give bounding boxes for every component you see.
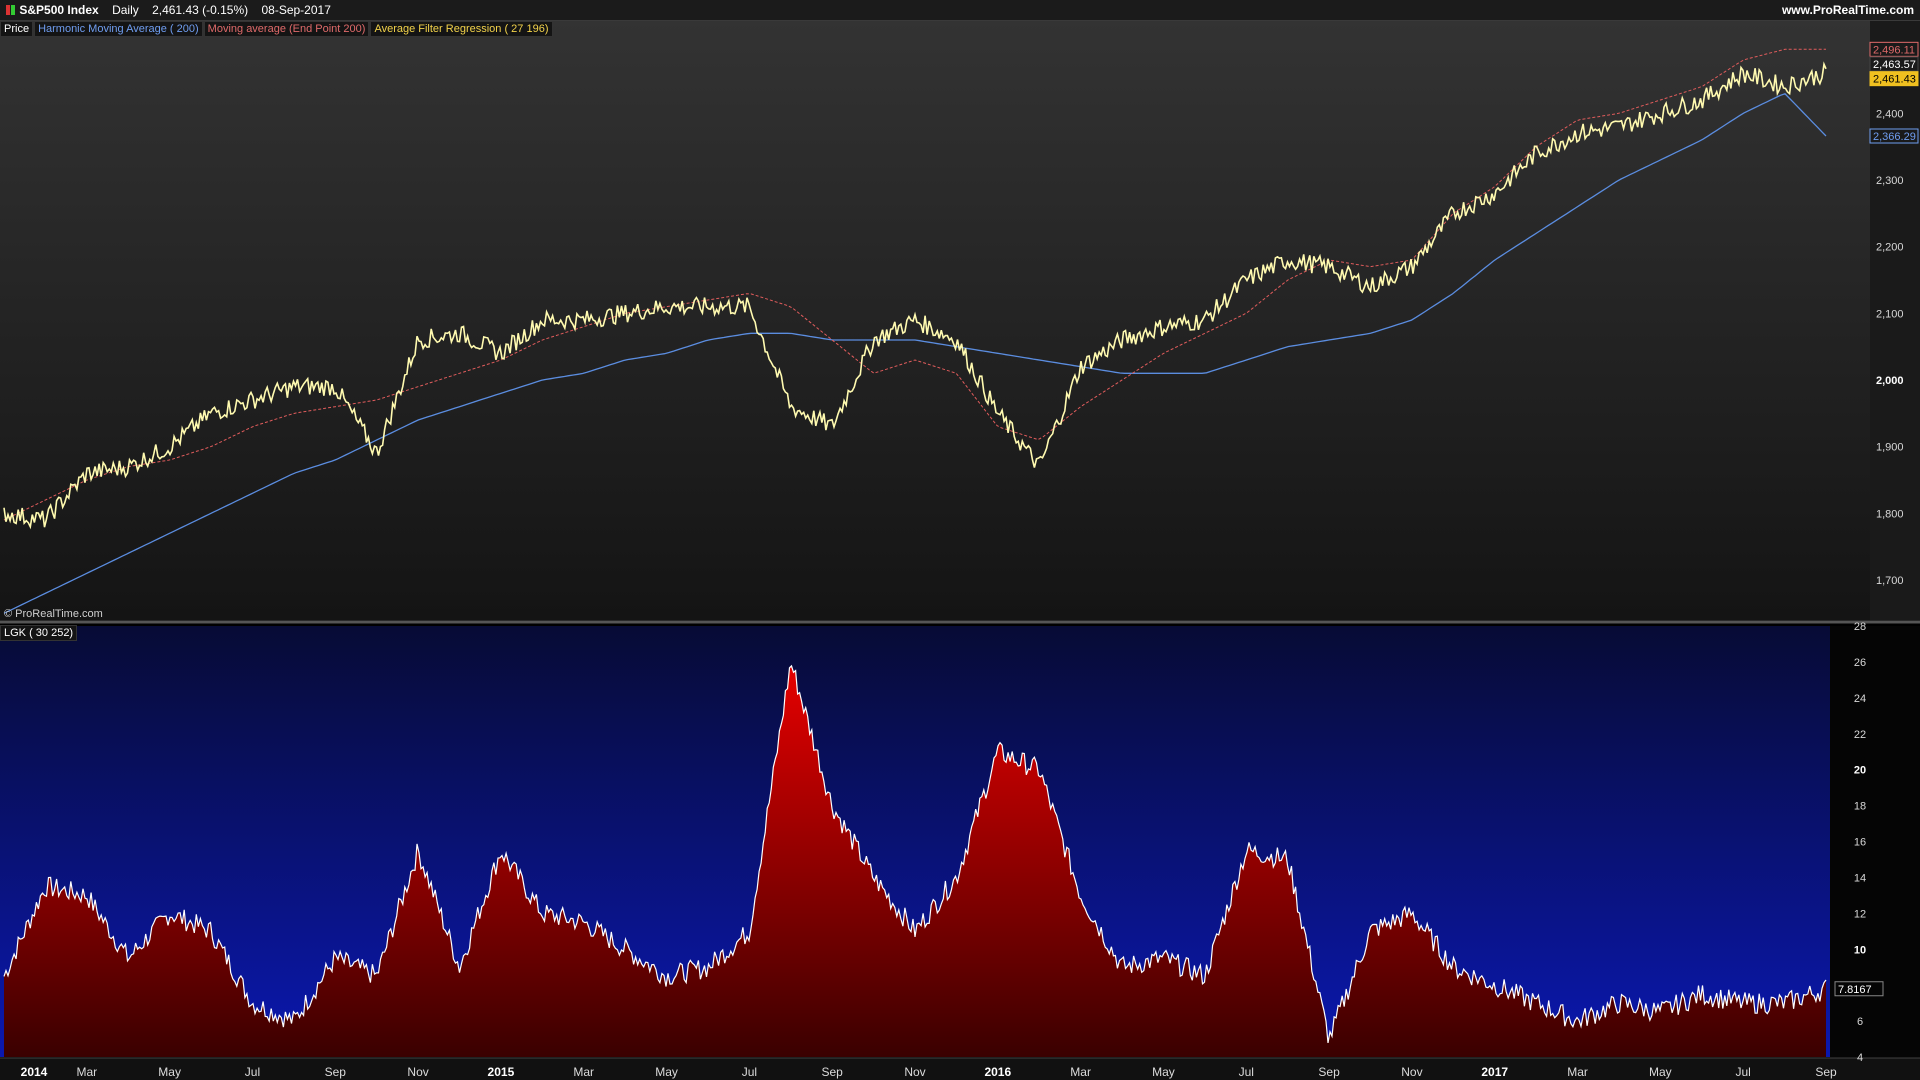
period-label[interactable]: Daily (112, 3, 139, 17)
lgk-y-tick: 6 (1857, 1016, 1863, 1028)
lgk-y-tick: 10 (1854, 944, 1866, 956)
hma-value-badge: 2,366.29 (1873, 131, 1916, 143)
lgk-y-tick: 12 (1854, 908, 1866, 920)
lgk-y-tick: 18 (1854, 801, 1866, 813)
legend-ma[interactable]: Moving average (End Point 200) (203, 21, 370, 37)
lgk-y-tick: 22 (1854, 729, 1866, 741)
x-tick-label: Jul (1736, 1065, 1751, 1079)
price-y-tick: 2,400 (1876, 108, 1904, 120)
lgk-y-tick: 28 (1854, 621, 1866, 633)
x-tick-label: Jul (1239, 1065, 1254, 1079)
x-tick-label: Sep (822, 1065, 844, 1079)
x-tick-label: Sep (1318, 1065, 1340, 1079)
site-link[interactable]: www.ProRealTime.com (1782, 0, 1914, 20)
price-y-tick: 1,800 (1876, 508, 1904, 520)
x-tick-label: Nov (1401, 1065, 1422, 1079)
x-tick-label: May (1649, 1065, 1672, 1079)
lgk-y-tick: 16 (1854, 837, 1866, 849)
price-y-tick: 2,100 (1876, 308, 1904, 320)
price-y-tick: 1,700 (1876, 575, 1904, 587)
lgk-y-tick: 24 (1854, 693, 1866, 705)
instrument-name[interactable]: S&P500 Index (19, 3, 98, 17)
legend-price[interactable]: Price (0, 21, 34, 37)
x-tick-label: 2017 (1481, 1065, 1508, 1079)
x-tick-label: Nov (904, 1065, 925, 1079)
price-value-badge: 2,461.43 (1873, 74, 1916, 86)
last-date: 08-Sep-2017 (261, 3, 331, 17)
flag-red-icon (6, 5, 10, 15)
x-axis-bg (0, 1058, 1920, 1080)
x-tick-label: Mar (573, 1065, 594, 1079)
x-tick-label: Jul (245, 1065, 260, 1079)
price-y-tick: 2,000 (1876, 375, 1904, 387)
lgk-value-badge: 7.8167 (1838, 984, 1872, 996)
chart-window: 1,700 1,800 1,900 2,000 2,100 2,200 2,300 2,400… (0, 0, 1920, 1080)
x-tick-label: Mar (1567, 1065, 1588, 1079)
lgk-y-tick: 14 (1854, 872, 1866, 884)
ma-value-badge: 2,496.11 (1873, 44, 1915, 56)
x-tick-label: May (1152, 1065, 1175, 1079)
x-tick-label: 2014 (21, 1065, 48, 1079)
x-tick-label: May (655, 1065, 678, 1079)
lgk-y-tick: 20 (1854, 765, 1866, 777)
x-tick-label: Nov (407, 1065, 428, 1079)
x-tick-label: Mar (76, 1065, 97, 1079)
price-legend: Price Harmonic Moving Average ( 200) Movin… (0, 21, 554, 37)
x-tick-label: Sep (1815, 1065, 1837, 1079)
x-tick-label: Jul (742, 1065, 757, 1079)
price-y-tick: 1,900 (1876, 442, 1904, 454)
lgk-y-tick: 26 (1854, 657, 1866, 669)
afr-value-badge: 2,463.57 (1873, 59, 1916, 71)
last-price: 2,461.43 (-0.15%) (152, 3, 249, 17)
flag-green-icon (11, 5, 15, 15)
x-tick-label: May (158, 1065, 181, 1079)
copyright-label: © ProRealTime.com (4, 608, 103, 620)
legend-hma[interactable]: Harmonic Moving Average ( 200) (34, 21, 203, 37)
x-tick-label: Mar (1070, 1065, 1091, 1079)
price-panel-bg (0, 20, 1870, 620)
lgk-y-tick: 4 (1857, 1052, 1863, 1064)
x-tick-label: Sep (325, 1065, 347, 1079)
price-y-tick: 2,300 (1876, 175, 1904, 187)
price-y-tick: 2,200 (1876, 242, 1904, 254)
lgk-legend: LGK ( 30 252) (0, 625, 78, 641)
chart-title-bar: S&P500 Index Daily 2,461.43 (-0.15%) 08-… (0, 0, 1920, 21)
legend-afr[interactable]: Average Filter Regression ( 27 196) (370, 21, 553, 37)
x-tick-label: 2016 (984, 1065, 1011, 1079)
legend-lgk[interactable]: LGK ( 30 252) (0, 625, 78, 641)
chart-canvas[interactable]: 1,700 1,800 1,900 2,000 2,100 2,200 2,300 2,400… (0, 0, 1920, 1080)
x-tick-label: 2015 (488, 1065, 515, 1079)
